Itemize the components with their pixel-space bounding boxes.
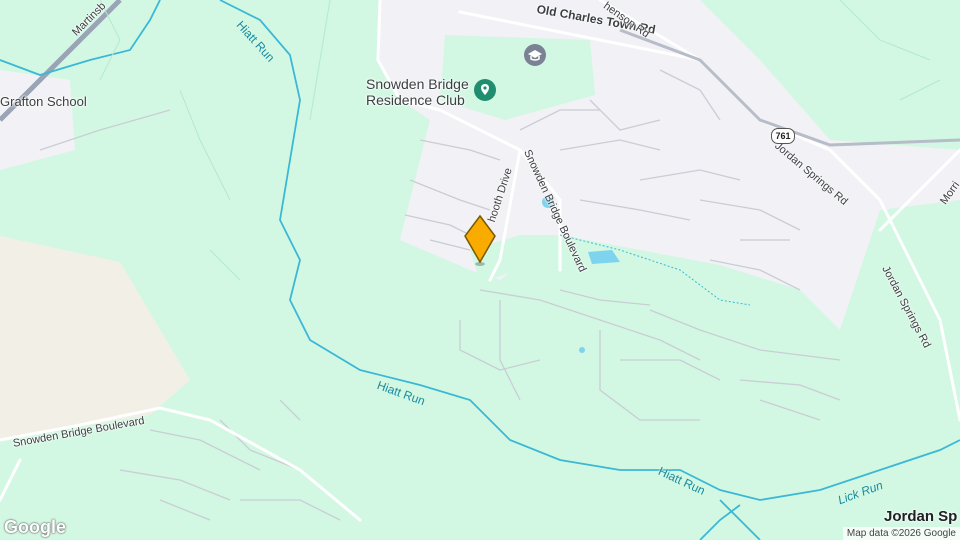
town-label-jordan-springs: Jordan Sp bbox=[884, 508, 958, 525]
poi-label-residence-club[interactable]: Snowden Bridge Residence Club bbox=[366, 76, 469, 108]
map-attribution[interactable]: Map data ©2026 Google bbox=[842, 527, 960, 540]
marker-diamond-icon bbox=[464, 214, 496, 266]
map-canvas[interactable]: Old Charles Town Rd henson Rd Martinsb G… bbox=[0, 0, 960, 540]
school-icon[interactable] bbox=[524, 44, 546, 66]
route-shield-761: 761 bbox=[771, 128, 795, 144]
green-area-right bbox=[790, 0, 960, 140]
google-logo: Google bbox=[4, 517, 66, 537]
place-label-grafton-school: Grafton School bbox=[0, 94, 87, 109]
location-pin-icon[interactable] bbox=[474, 79, 496, 101]
pin-glyph-icon bbox=[481, 84, 489, 95]
pond bbox=[579, 347, 585, 353]
pond bbox=[588, 250, 620, 264]
map-marker-icon[interactable] bbox=[463, 214, 497, 266]
graduation-cap-icon bbox=[528, 50, 542, 61]
